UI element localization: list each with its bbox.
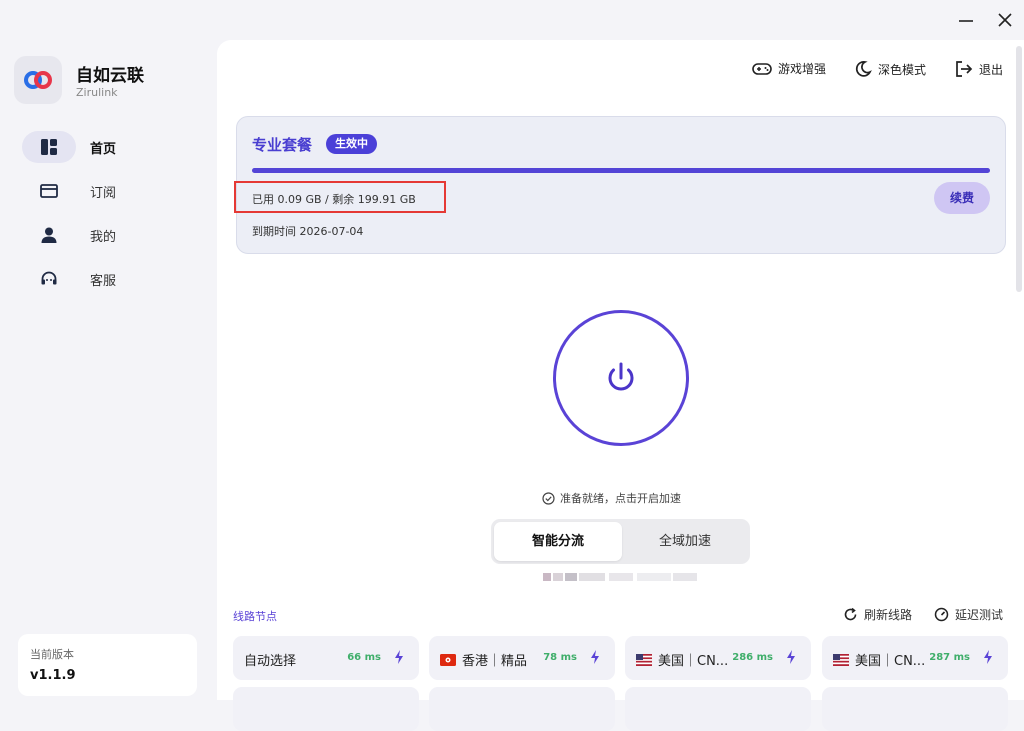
blurred-info: [543, 573, 697, 581]
sidebar-item-mine[interactable]: 我的: [22, 219, 200, 251]
status-badge: 生效中: [326, 134, 377, 154]
sidebar-item-label: 首页: [90, 142, 117, 157]
scrollbar[interactable]: [1016, 40, 1022, 700]
mode-smart-split-button[interactable]: 智能分流: [494, 522, 622, 561]
node-card-us-2[interactable]: 美国｜CN... 287 ms: [822, 636, 1008, 680]
connection-status: 准备就绪，点击开启加速: [542, 490, 681, 506]
usage-text: 已用 0.09 GB / 剩余 199.91 GB: [252, 193, 416, 206]
minimize-button[interactable]: [954, 8, 978, 32]
sidebar: 自如云联 Zirulink 首页 订阅 我的 客服 当前版本 v1.1.9: [0, 40, 217, 700]
node-card-auto[interactable]: 自动选择 66 ms: [233, 636, 419, 680]
headset-icon: [41, 271, 57, 285]
brand-subtitle: Zirulink: [76, 86, 118, 99]
sidebar-item-label: 我的: [90, 230, 117, 245]
latency-test-button[interactable]: 延迟测试: [934, 606, 1003, 623]
bolt-icon: [591, 650, 599, 664]
node-name: 美国｜CN...: [833, 650, 925, 669]
hk-flag-icon: [440, 653, 456, 666]
close-icon: [998, 13, 1012, 27]
refresh-nodes-button[interactable]: 刷新线路: [843, 606, 912, 623]
card-icon: [40, 184, 58, 198]
game-boost-label: 游戏增强: [778, 62, 827, 76]
person-icon: [41, 227, 57, 243]
plan-title: 专业套餐: [252, 136, 313, 154]
main-panel: 游戏增强 深色模式 退出 专业套餐 生效中 已用 0.09 GB / 剩余 19…: [217, 40, 1024, 731]
power-button[interactable]: [553, 310, 689, 446]
moon-icon: [855, 61, 872, 77]
plan-card: 专业套餐 生效中 已用 0.09 GB / 剩余 199.91 GB 到期时间 …: [234, 116, 1006, 254]
node-latency: 78 ms: [543, 652, 577, 663]
check-circle-icon: [542, 491, 555, 505]
node-card-hk[interactable]: 香港｜精品 78 ms: [429, 636, 615, 680]
speedometer-icon: [934, 607, 949, 622]
usage-progress-fill: [252, 168, 990, 173]
close-button[interactable]: [993, 8, 1017, 32]
node-card[interactable]: [429, 687, 615, 731]
node-name: 美国｜CN...: [636, 650, 728, 669]
latency-test-label: 延迟测试: [955, 608, 1004, 622]
mode-global-boost-button[interactable]: 全域加速: [621, 522, 749, 561]
bolt-icon: [787, 650, 795, 664]
sidebar-item-support[interactable]: 客服: [22, 263, 200, 295]
us-flag-icon: [636, 653, 652, 666]
sidebar-item-label: 订阅: [90, 186, 117, 201]
power-icon: [608, 362, 634, 391]
dashboard-icon: [41, 139, 57, 155]
minimize-icon: [959, 20, 973, 22]
nodes-section-title: 线路节点: [233, 610, 277, 623]
usage-progress-bar: [252, 168, 990, 173]
game-boost-button[interactable]: 游戏增强: [752, 60, 826, 77]
brand-name: 自如云联: [76, 66, 144, 86]
scrollbar-thumb[interactable]: [1016, 46, 1022, 292]
node-card[interactable]: [625, 687, 811, 731]
node-latency: 66 ms: [347, 652, 381, 663]
node-latency: 286 ms: [732, 652, 773, 663]
node-card[interactable]: [822, 687, 1008, 731]
infinity-logo-icon: [24, 71, 52, 89]
logout-icon: [956, 61, 973, 77]
status-text: 准备就绪，点击开启加速: [560, 492, 681, 505]
expiry-text: 到期时间 2026-07-04: [252, 225, 364, 238]
app-logo: [14, 56, 62, 104]
version-value: v1.1.9: [30, 668, 76, 683]
bolt-icon: [984, 650, 992, 664]
mode-toggle: 智能分流 全域加速: [491, 519, 750, 564]
logout-label: 退出: [979, 62, 1004, 77]
us-flag-icon: [833, 653, 849, 666]
sidebar-item-home[interactable]: 首页: [22, 131, 116, 163]
logout-button[interactable]: 退出: [955, 60, 1003, 78]
version-card: 当前版本 v1.1.9: [18, 634, 197, 696]
node-card[interactable]: [233, 687, 419, 731]
renew-button[interactable]: 续费: [934, 182, 990, 214]
dark-mode-label: 深色模式: [878, 62, 927, 77]
refresh-nodes-label: 刷新线路: [864, 608, 913, 622]
sidebar-item-subscription[interactable]: 订阅: [22, 175, 200, 207]
node-name: 香港｜精品: [440, 650, 527, 669]
dark-mode-button[interactable]: 深色模式: [854, 60, 926, 78]
version-label: 当前版本: [30, 648, 74, 661]
sidebar-item-label: 客服: [90, 274, 117, 289]
gamepad-icon: [752, 62, 772, 75]
node-name: 自动选择: [244, 654, 297, 669]
node-latency: 287 ms: [929, 652, 970, 663]
title-bar: [0, 0, 1024, 40]
node-card-us-1[interactable]: 美国｜CN... 286 ms: [625, 636, 811, 680]
refresh-icon: [844, 607, 857, 621]
bolt-icon: [395, 650, 403, 664]
